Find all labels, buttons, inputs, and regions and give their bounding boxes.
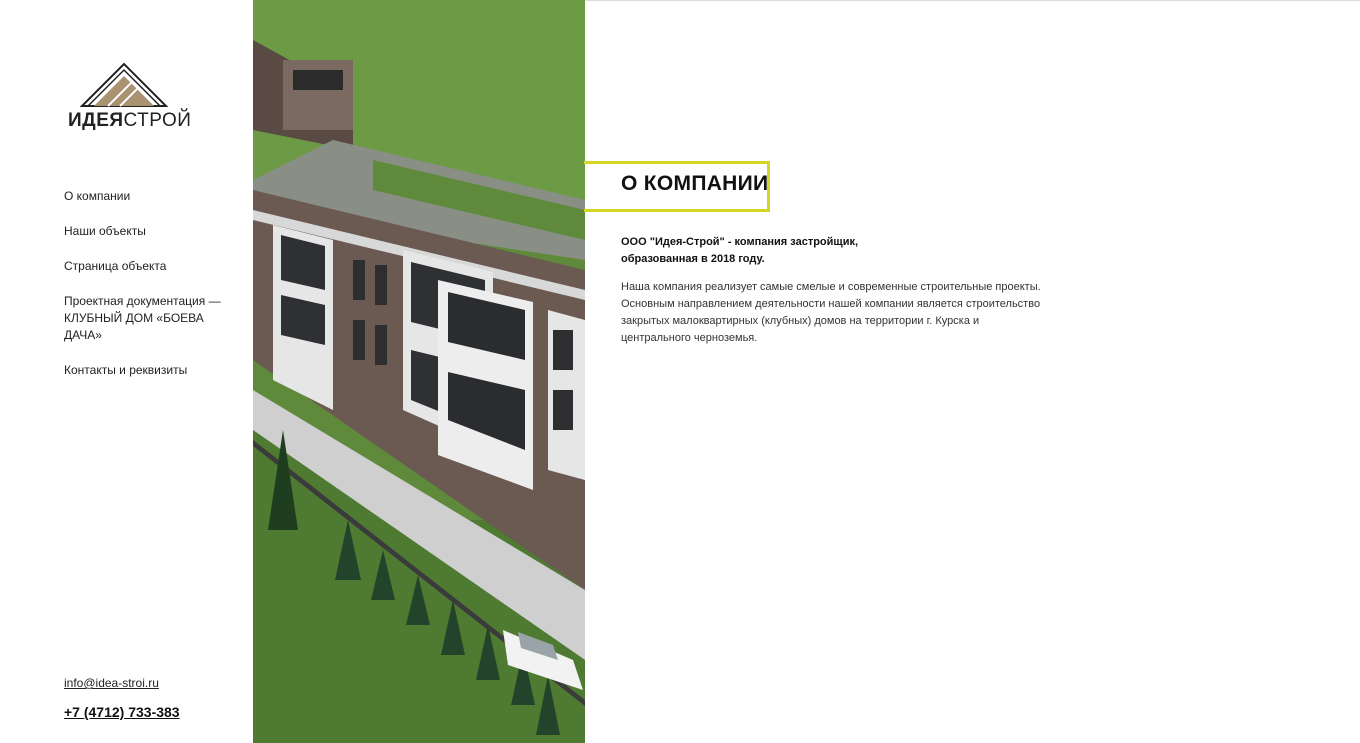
main-content: О КОМПАНИИ ООО "Идея-Строй" - компания з… [584, 0, 1360, 743]
top-divider [585, 0, 1360, 1]
nav-item-objects[interactable]: Наши объекты [64, 223, 224, 240]
nav-item-project-docs[interactable]: Проектная документация — КЛУБНЫЙ ДОМ «БО… [64, 293, 224, 344]
main-nav: О компании Наши объекты Страница объекта… [64, 188, 224, 397]
about-body-text: Наша компания реализует самые смелые и с… [621, 281, 1041, 344]
logo-text: ИДЕЯСТРОЙ [68, 110, 191, 132]
lead-text: ООО "Идея-Строй" - компания застройщик, … [621, 236, 859, 265]
building-render-image [253, 0, 585, 743]
page-title: О КОМПАНИИ [621, 172, 769, 195]
phone-link[interactable]: +7 (4712) 733-383 [64, 704, 180, 720]
nav-item-about[interactable]: О компании [64, 188, 224, 205]
nav-item-object-page[interactable]: Страница объекта [64, 258, 224, 275]
sidebar: ИДЕЯСТРОЙ О компании Наши объекты Страни… [0, 0, 253, 743]
logo-roof-icon [79, 62, 169, 107]
email-link[interactable]: info@idea-stroi.ru [64, 676, 180, 690]
logo[interactable]: ИДЕЯСТРОЙ [64, 60, 191, 134]
logo-text-bold: ИДЕЯ [68, 110, 124, 131]
logo-text-regular: СТРОЙ [123, 110, 192, 131]
contacts: info@idea-stroi.ru +7 (4712) 733-383 [64, 676, 180, 720]
nav-item-contacts[interactable]: Контакты и реквизиты [64, 362, 224, 379]
